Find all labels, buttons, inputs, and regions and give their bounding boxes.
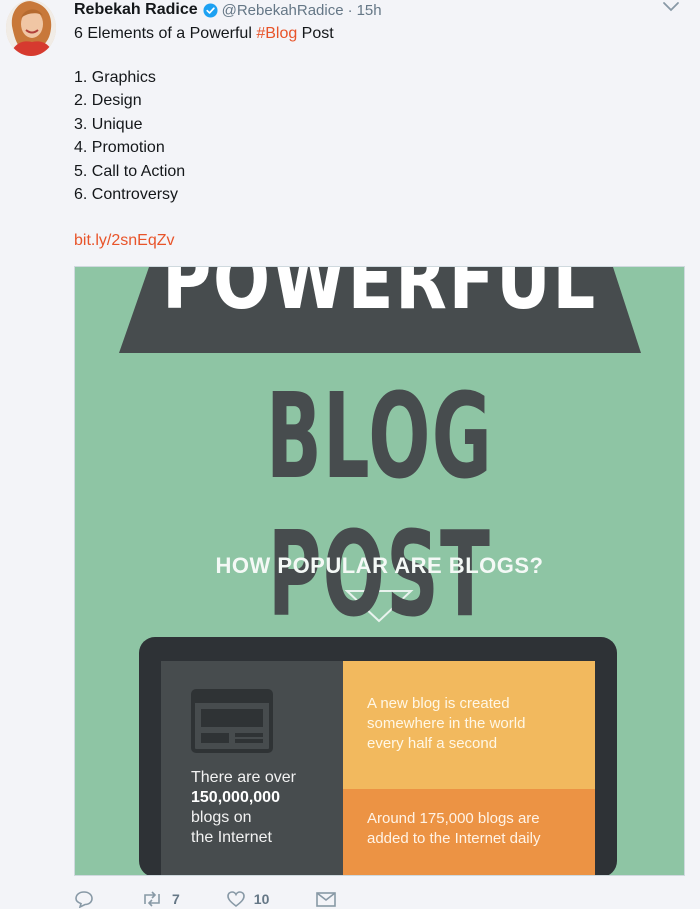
list-item: 5. Call to Action	[74, 162, 186, 180]
verified-badge-icon	[203, 2, 218, 18]
tweet-actions: 7 10	[74, 888, 383, 909]
header-separator: ·	[347, 1, 353, 19]
author-handle[interactable]: @RebekahRadice	[222, 2, 344, 19]
stat-left-number: 150,000,000	[191, 789, 280, 806]
tweet-text-prefix: 6 Elements of a Powerful	[74, 25, 257, 42]
stat-right-top-2: somewhere in the world	[367, 715, 526, 732]
list-item: 4. Promotion	[74, 139, 165, 157]
stat-left-line-4: the Internet	[191, 829, 272, 846]
retweet-button[interactable]: 7	[140, 890, 180, 908]
reply-button[interactable]	[74, 890, 94, 908]
tweet: Rebekah Radice @RebekahRadice · 15h 6 El…	[0, 0, 700, 909]
tweet-text: 6 Elements of a Powerful #Blog Post	[74, 22, 334, 45]
stat-right-top-1: A new blog is created	[367, 695, 510, 712]
author-name[interactable]: Rebekah Radice	[74, 1, 198, 19]
tweet-time[interactable]: 15h	[357, 2, 382, 19]
direct-message-button[interactable]	[315, 890, 337, 908]
tweet-list: 1. Graphics 2. Design 3. Unique 4. Promo…	[74, 66, 185, 206]
infographic-title: BLOG POST	[266, 367, 493, 643]
tweet-text-suffix: Post	[297, 25, 334, 42]
stat-right-bottom-1: Around 175,000 blogs are	[367, 810, 540, 827]
stat-right-top-3: every half a second	[367, 735, 498, 752]
tweet-header: Rebekah Radice @RebekahRadice · 15h	[74, 0, 382, 20]
retweet-count: 7	[172, 890, 180, 907]
like-count: 10	[253, 890, 270, 907]
reply-icon	[75, 890, 93, 908]
heart-icon	[226, 890, 245, 907]
list-item: 1. Graphics	[74, 69, 156, 86]
retweet-icon	[144, 890, 160, 907]
stat-right-bottom-2: added to the Internet daily	[367, 830, 541, 847]
avatar[interactable]	[6, 0, 56, 56]
list-item: 2. Design	[74, 92, 142, 110]
stat-left-line-1: There are over	[191, 769, 296, 786]
infographic-banner-text: POWERFUL	[162, 266, 597, 328]
avatar-image	[6, 0, 56, 56]
tweet-media-infographic[interactable]: POWERFUL BLOG POST HOW POPULAR ARE BLOGS…	[74, 266, 685, 876]
hashtag-link[interactable]: #Blog	[256, 25, 297, 42]
message-icon	[316, 891, 337, 907]
list-item: 6. Controversy	[74, 186, 179, 204]
list-item: 3. Unique	[74, 115, 143, 133]
stat-left-line-3: blogs on	[191, 809, 252, 826]
like-button[interactable]: 10	[226, 890, 270, 908]
infographic-question: HOW POPULAR ARE BLOGS?	[215, 553, 544, 578]
chevron-down-icon[interactable]	[662, 0, 680, 14]
short-link[interactable]: bit.ly/2snEqZv	[74, 232, 174, 250]
